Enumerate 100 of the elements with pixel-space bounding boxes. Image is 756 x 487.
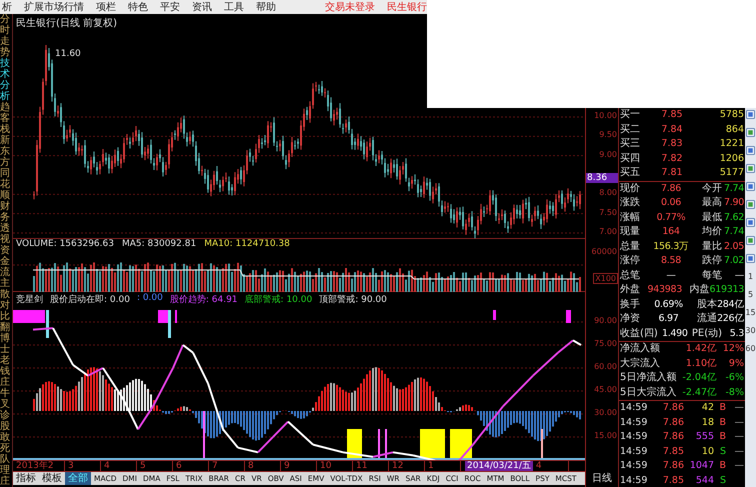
bid-label: 买二 bbox=[620, 122, 640, 136]
month-label: 3 bbox=[65, 461, 101, 471]
stat-label: 涨幅 bbox=[620, 210, 640, 224]
bid-label: 买三 bbox=[620, 137, 640, 151]
bid-label: 买四 bbox=[620, 152, 640, 166]
date-cursor-label: 2014/03/21/五 bbox=[465, 461, 533, 471]
trade-price: 7.86 bbox=[662, 401, 684, 415]
trade-volume: 544 bbox=[694, 474, 714, 487]
flow-label: 大宗流入 bbox=[620, 356, 660, 370]
bid-volume: 5177 bbox=[718, 166, 744, 180]
stat-label: 总量 bbox=[620, 240, 640, 254]
side-tab[interactable]: 牛叉诊股 bbox=[0, 388, 10, 432]
period-button[interactable]: 30 bbox=[745, 326, 756, 335]
stat-label: 涨停 bbox=[620, 254, 640, 268]
month-label: 8 bbox=[245, 461, 281, 471]
month-label: 7 bbox=[209, 461, 245, 471]
side-tab[interactable]: 理庄 bbox=[0, 465, 10, 487]
menu-item[interactable]: 扩展市场行情 bbox=[24, 0, 84, 14]
stat-label: 现量 bbox=[620, 225, 640, 239]
trade-side: B bbox=[718, 401, 726, 415]
stat-label: 净资 bbox=[620, 312, 640, 326]
stat-label: 量比 bbox=[702, 240, 722, 254]
menu-item[interactable]: 平安 bbox=[160, 0, 180, 14]
bid-price: 7.81 bbox=[660, 166, 684, 180]
flow-share: 9% bbox=[728, 356, 744, 370]
trade-time: 14:59 bbox=[620, 401, 648, 415]
stat-label: 总笔 bbox=[620, 268, 640, 282]
volume-reading: VOLUME: 1563296.63 bbox=[16, 239, 114, 249]
month-label: 1 bbox=[425, 461, 461, 471]
trade-mark: — bbox=[734, 416, 744, 430]
bid-volume: 5785 bbox=[718, 108, 744, 122]
stat-label: 流通 bbox=[697, 312, 718, 326]
flow-label: 5日大宗流入 bbox=[620, 386, 676, 400]
menu-item[interactable]: 项栏 bbox=[96, 0, 116, 14]
stat-label: 跌停 bbox=[702, 254, 722, 268]
period-button[interactable]: 1 bbox=[748, 272, 754, 281]
trade-side: B bbox=[718, 430, 726, 444]
month-label: 10 bbox=[317, 461, 353, 471]
stat-value: 6.97 bbox=[658, 312, 678, 326]
stat-label: 外盘 bbox=[620, 283, 640, 297]
stat-value: 7.90 bbox=[723, 196, 744, 210]
trade-price: 7.86 bbox=[662, 459, 684, 473]
indicator-reading: 股价启动在即: 0.00 bbox=[50, 294, 130, 306]
stat-value: 7.74 bbox=[723, 182, 744, 196]
stat-value: 0.69% bbox=[654, 298, 683, 312]
side-tab[interactable]: 老钱庄 bbox=[0, 355, 10, 388]
indicator-tab[interactable]: 模板 bbox=[39, 472, 65, 485]
trade-volume: 1047 bbox=[688, 459, 714, 473]
flow-label: 5日净流入额 bbox=[620, 371, 676, 385]
side-tab[interactable]: 资金流 bbox=[0, 245, 10, 278]
status-link[interactable]: 民生银行 bbox=[387, 0, 427, 14]
menu-item[interactable]: 帮助 bbox=[256, 0, 276, 14]
side-tab[interactable]: 趋客栈 bbox=[0, 102, 10, 135]
trade-mark: — bbox=[734, 444, 744, 458]
menu-item[interactable]: 析 bbox=[2, 0, 12, 14]
side-tab[interactable]: 新东方 bbox=[0, 135, 10, 168]
month-label: 4 bbox=[101, 461, 137, 471]
trade-volume: 42 bbox=[700, 401, 714, 415]
trade-price: 7.85 bbox=[662, 474, 684, 487]
side-tab[interactable]: 敢死队 bbox=[0, 432, 10, 465]
period-button[interactable]: 日线 bbox=[586, 472, 618, 485]
indicator-name: 竞星剑 bbox=[16, 294, 43, 306]
axis-tick-label: 60000 bbox=[592, 247, 618, 256]
period-button[interactable]: 60 bbox=[745, 344, 756, 353]
side-tab[interactable]: 技术分析 bbox=[0, 58, 10, 102]
indicator-tab[interactable]: 全部 bbox=[65, 472, 91, 485]
side-tab[interactable]: 同花顺 bbox=[0, 168, 10, 201]
trade-time: 14:59 bbox=[620, 430, 648, 444]
volume-reading: MA5: 830092.81 bbox=[122, 239, 196, 249]
bid-volume: 1206 bbox=[718, 152, 744, 166]
month-label: 4 bbox=[532, 461, 569, 471]
trade-time: 14:59 bbox=[620, 444, 648, 458]
stat-value: 284亿 bbox=[717, 298, 744, 312]
volume-reading: MA10: 1124710.38 bbox=[204, 239, 290, 249]
axis-tick-label: 8.00 bbox=[599, 188, 617, 198]
period-button[interactable]: 5 bbox=[748, 290, 754, 299]
trade-time: 14:59 bbox=[620, 459, 648, 473]
status-link[interactable]: 交易未登录 bbox=[325, 0, 375, 14]
stat-value: 8.58 bbox=[661, 254, 681, 268]
stat-label: PE(动) bbox=[692, 326, 722, 340]
current-price-label: 8.36 bbox=[586, 173, 618, 184]
axis-tick-label: 75.00 bbox=[594, 338, 617, 348]
menu-item[interactable]: 资讯 bbox=[192, 0, 212, 14]
indicator-tab[interactable]: 指标 bbox=[13, 472, 39, 485]
side-tab[interactable]: 主散对比 bbox=[0, 278, 10, 322]
period-button[interactable]: 15 bbox=[745, 308, 756, 317]
flow-share: -8% bbox=[724, 386, 744, 400]
side-tab[interactable]: 财务透视 bbox=[0, 201, 10, 245]
side-tab[interactable]: 翻博士 bbox=[0, 322, 10, 355]
stat-label: 每笔 bbox=[702, 268, 722, 282]
bid-price: 7.82 bbox=[660, 152, 684, 166]
month-label: 2013年2 bbox=[13, 461, 65, 471]
menu-item[interactable]: 特色 bbox=[128, 0, 148, 14]
month-label: 9 bbox=[281, 461, 317, 471]
stat-value: 619313 bbox=[710, 283, 744, 297]
stat-label: 最高 bbox=[702, 196, 722, 210]
axis-tick-label: 30.00 bbox=[594, 408, 617, 417]
month-label: 6 bbox=[173, 461, 209, 471]
menu-item[interactable]: 工具 bbox=[224, 0, 244, 14]
side-tab[interactable]: 分时走势 bbox=[0, 14, 10, 58]
